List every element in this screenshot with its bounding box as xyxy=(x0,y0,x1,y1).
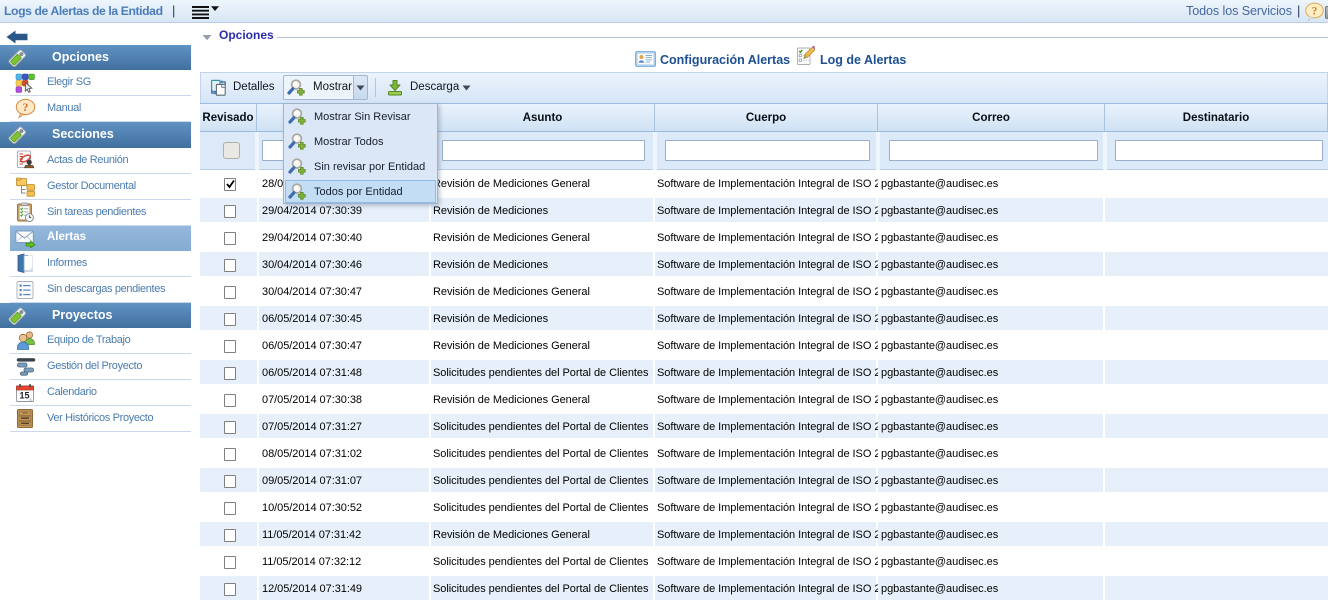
svg-text:?: ? xyxy=(23,102,29,114)
svg-text:15: 15 xyxy=(19,390,29,400)
svg-text:?: ? xyxy=(1312,5,1318,17)
